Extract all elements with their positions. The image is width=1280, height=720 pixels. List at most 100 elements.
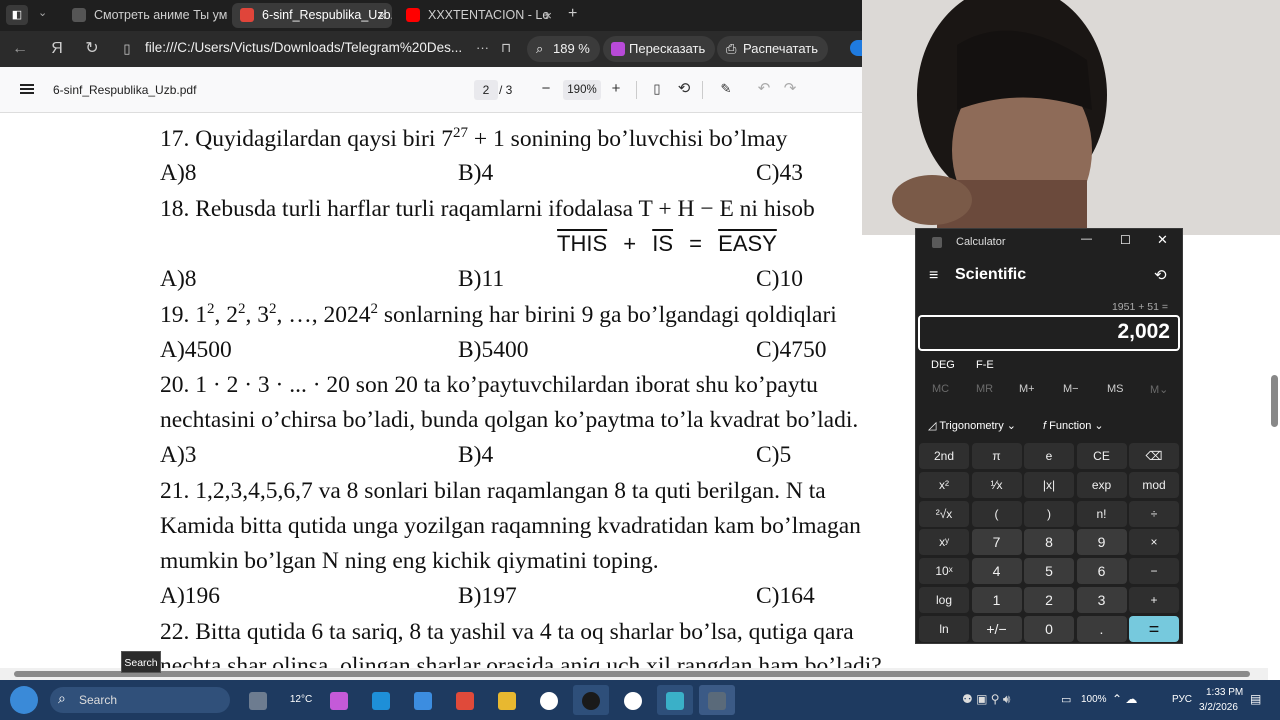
language-indicator[interactable]: РУС xyxy=(1172,694,1192,705)
four-button[interactable]: 4 xyxy=(971,558,1022,585)
function-dropdown[interactable]: f Function ⌄ xyxy=(1043,419,1104,432)
file-explorer-icon[interactable] xyxy=(489,685,525,715)
close-icon[interactable]: ✕ xyxy=(1157,232,1168,248)
horizontal-scrollbar[interactable] xyxy=(0,668,1268,680)
maximize-icon[interactable]: ☐ xyxy=(1120,233,1131,247)
decimal-button[interactable]: . xyxy=(1076,615,1127,642)
network-icons[interactable]: ⌃ ☁ xyxy=(1112,692,1137,706)
edge-icon[interactable] xyxy=(363,685,399,715)
yandex-icon[interactable] xyxy=(615,685,651,715)
reload-icon[interactable]: ↻ xyxy=(82,39,102,59)
weather-widget[interactable]: 12°C xyxy=(283,685,319,715)
minimize-icon[interactable]: — xyxy=(1081,233,1092,245)
more-icon[interactable]: ··· xyxy=(476,40,489,55)
store-icon[interactable] xyxy=(405,685,441,715)
retell-button[interactable]: Пересказать xyxy=(603,36,716,62)
task-view-icon[interactable] xyxy=(240,685,276,715)
clear-entry-button[interactable]: CE xyxy=(1076,443,1127,469)
page-number-input[interactable]: 2 xyxy=(474,80,498,100)
zoom-level[interactable]: 190% xyxy=(563,80,601,100)
minus-button[interactable]: − xyxy=(1129,558,1179,585)
copilot-icon[interactable] xyxy=(321,685,357,715)
notification-icon[interactable]: ▤ xyxy=(1250,692,1261,706)
trigonometry-dropdown[interactable]: ◿ Trigonometry ⌄ xyxy=(928,419,1016,432)
menu-icon[interactable]: ≡ xyxy=(929,267,938,285)
factorial-button[interactable]: n! xyxy=(1076,500,1127,527)
chevron-down-icon[interactable]: ⌄ xyxy=(38,6,47,19)
one-button[interactable]: 1 xyxy=(971,587,1022,613)
root-button[interactable]: ²√x xyxy=(919,500,969,527)
tab-anime[interactable]: Смотреть аниме Ты умее xyxy=(64,3,228,28)
steam-icon[interactable] xyxy=(573,685,609,715)
calculator-taskbar-icon[interactable] xyxy=(699,685,735,715)
second-button[interactable]: 2nd xyxy=(919,443,969,469)
zoom-out-button[interactable]: − xyxy=(537,79,555,99)
pi-button[interactable]: π xyxy=(971,443,1022,469)
close-paren-button[interactable]: ) xyxy=(1024,500,1074,527)
close-icon[interactable]: × xyxy=(378,3,386,28)
sidebar-toggle-icon[interactable]: ◧ xyxy=(6,5,28,25)
mod-button[interactable]: mod xyxy=(1129,471,1179,498)
url-field[interactable]: file:///C:/Users/Victus/Downloads/Telegr… xyxy=(145,40,462,55)
memory-recall[interactable]: MR xyxy=(976,383,993,395)
sidebar-menu-icon[interactable] xyxy=(20,84,34,94)
e-button[interactable]: e xyxy=(1024,443,1074,469)
memory-subtract[interactable]: M− xyxy=(1063,383,1079,395)
fe-toggle[interactable]: F-E xyxy=(976,359,994,371)
tab-youtube[interactable]: XXXTENTACION - Le × xyxy=(398,3,558,28)
power-button[interactable]: xʸ xyxy=(919,529,969,556)
divide-button[interactable]: ÷ xyxy=(1129,500,1179,527)
ln-button[interactable]: ln xyxy=(919,615,969,642)
nine-button[interactable]: 9 xyxy=(1076,529,1127,556)
backspace-button[interactable]: ⌫ xyxy=(1129,443,1179,469)
print-button[interactable]: ⎙ Распечатать xyxy=(717,36,829,62)
draw-icon[interactable]: ✎ xyxy=(717,79,735,99)
rotate-icon[interactable]: ⟲ xyxy=(675,79,693,99)
open-paren-button[interactable]: ( xyxy=(971,500,1022,527)
multiply-button[interactable]: × xyxy=(1129,529,1179,556)
two-button[interactable]: 2 xyxy=(1024,587,1074,613)
battery-icon[interactable]: ▭ xyxy=(1061,693,1071,706)
memory-add[interactable]: M+ xyxy=(1019,383,1035,395)
search-box[interactable]: ⌕ Search xyxy=(50,687,230,713)
ten-power-button[interactable]: 10ˣ xyxy=(919,558,969,585)
tray-icons[interactable]: ⚉ ▣ ⚲ 🔊︎ xyxy=(962,692,1010,707)
start-button[interactable] xyxy=(10,686,38,714)
eight-button[interactable]: 8 xyxy=(1024,529,1074,556)
scroll-thumb[interactable] xyxy=(1271,375,1278,427)
history-icon[interactable]: ⟲ xyxy=(1154,266,1167,284)
scroll-thumb[interactable] xyxy=(14,671,1250,677)
fit-page-icon[interactable]: ▯ xyxy=(648,79,666,99)
equals-button[interactable]: = xyxy=(1129,615,1179,642)
plus-button[interactable]: + xyxy=(1129,587,1179,613)
five-button[interactable]: 5 xyxy=(1024,558,1074,585)
tab-pdf[interactable]: 6-sinf_Respublika_Uzb.p × xyxy=(232,3,392,28)
exp-button[interactable]: exp xyxy=(1076,471,1127,498)
angle-toggle[interactable]: DEG xyxy=(931,359,955,371)
square-button[interactable]: x² xyxy=(919,471,969,498)
memory-clear[interactable]: MC xyxy=(932,383,949,395)
bookmark-icon[interactable]: ⊓ xyxy=(501,40,511,56)
zoom-button[interactable]: ⌕ 189 % xyxy=(527,36,600,62)
reciprocal-button[interactable]: ¹⁄x xyxy=(971,471,1022,498)
new-tab-button[interactable]: + xyxy=(568,5,577,23)
app-icon[interactable] xyxy=(447,685,483,715)
negate-button[interactable]: +/− xyxy=(971,615,1022,642)
clock-date[interactable]: 3/2/2026 xyxy=(1199,702,1238,713)
memory-list[interactable]: M⌄ xyxy=(1150,383,1168,396)
seven-button[interactable]: 7 xyxy=(971,529,1022,556)
undo-icon[interactable]: ↶ xyxy=(755,79,773,99)
yandex-icon[interactable]: Я xyxy=(47,39,67,59)
memory-store[interactable]: MS xyxy=(1107,383,1124,395)
abs-button[interactable]: |x| xyxy=(1024,471,1074,498)
redo-icon[interactable]: ↷ xyxy=(781,79,799,99)
notepad-icon[interactable] xyxy=(657,685,693,715)
zoom-in-button[interactable]: + xyxy=(607,79,625,99)
clock-time[interactable]: 1:33 PM xyxy=(1206,687,1243,698)
back-icon[interactable]: ← xyxy=(10,39,30,59)
three-button[interactable]: 3 xyxy=(1076,587,1127,613)
log-button[interactable]: log xyxy=(919,587,969,613)
six-button[interactable]: 6 xyxy=(1076,558,1127,585)
yandex-browser-icon[interactable] xyxy=(531,685,567,715)
close-icon[interactable]: × xyxy=(544,3,552,28)
